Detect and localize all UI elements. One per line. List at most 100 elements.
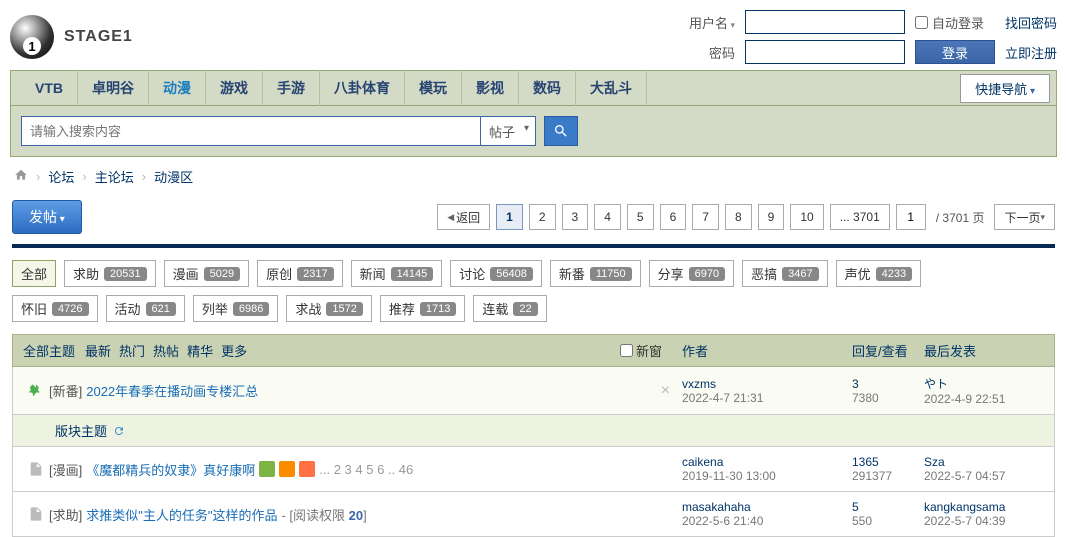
tag-filter[interactable]: 漫画5029 [164,260,250,287]
register-link[interactable]: 立即注册 [1005,43,1057,62]
nav-item[interactable]: 模玩 [405,70,462,106]
page-number[interactable]: 1 [496,204,523,230]
col-last[interactable]: 最后发表 [924,341,1044,360]
page-number[interactable]: 9 [758,204,785,230]
nav-item[interactable]: 卓明谷 [78,70,149,106]
thread-category: [求助] [49,505,82,524]
thread-category: [漫画] [49,460,82,479]
nav-item[interactable]: 八卦体育 [320,70,405,106]
new-post-button[interactable]: 发帖 [12,200,82,234]
tag-filter[interactable]: 恶搞3467 [742,260,828,287]
nav-item[interactable]: 影视 [462,70,519,106]
logo-icon [10,15,54,59]
breadcrumb-link[interactable]: 主论坛 [95,167,134,186]
tag-filter[interactable]: 推荐1713 [380,295,466,322]
tag-filter[interactable]: 全部 [12,260,56,287]
author-link[interactable]: vxzms [682,377,716,391]
breadcrumb: › 论坛 › 主论坛 › 动漫区 [0,157,1067,196]
page-number[interactable]: 7 [692,204,719,230]
page-number[interactable]: 4 [594,204,621,230]
logo-area[interactable]: STAGE1 [10,15,689,59]
author-link[interactable]: masakahaha [682,500,751,514]
tag-filter[interactable]: 分享6970 [649,260,735,287]
tag-filter[interactable]: 求战1572 [286,295,372,322]
thread-title-link[interactable]: 2022年春季在播动画专楼汇总 [86,381,258,400]
find-password-link[interactable]: 找回密码 [1005,13,1057,32]
sort-option[interactable]: 热帖 [153,341,179,360]
page-number[interactable]: 8 [725,204,752,230]
breadcrumb-link[interactable]: 动漫区 [154,167,193,186]
page-number[interactable]: 5 [627,204,654,230]
tag-filter[interactable]: 新番11750 [550,260,641,287]
tag-filter[interactable]: 声优4233 [836,260,922,287]
breadcrumb-link[interactable]: 论坛 [48,167,74,186]
reply-count: 3 [852,377,859,391]
thread-row: [漫画] 《魔都精兵的奴隶》真好康啊 ... 2 3 4 5 6 .. 46 ca… [12,447,1055,492]
badge-icon [279,461,295,477]
nav-item[interactable]: VTB [21,70,78,106]
sort-option[interactable]: 更多 [221,341,247,360]
search-input[interactable] [21,116,481,146]
login-button[interactable]: 登录 [915,40,995,64]
action-row: 发帖 返回 12345678910... 3701 / 3701 页 下一页 [0,196,1067,244]
nav-item[interactable]: 游戏 [206,70,263,106]
thread-list-header: 全部主题 最新热门热帖精华更多 新窗 作者 回复/查看 最后发表 [12,334,1055,367]
tag-filter[interactable]: 怀旧4726 [12,295,98,322]
nav-item[interactable]: 数码 [519,70,576,106]
col-author[interactable]: 作者 [682,341,852,360]
tag-filter[interactable]: 连载22 [473,295,546,322]
page-number[interactable]: 6 [660,204,687,230]
nav-item[interactable]: 手游 [263,70,320,106]
last-user-link[interactable]: やト [924,377,948,391]
page-back-button[interactable]: 返回 [437,204,490,230]
thread-title-link[interactable]: 求推类似"主人的任务"这样的作品 [86,505,277,524]
search-type-select[interactable]: 帖子 [481,116,536,146]
sort-option[interactable]: 最新 [85,341,111,360]
username-label[interactable]: 用户名 [689,13,735,32]
page-number[interactable]: ... 3701 [830,204,890,230]
tag-filter[interactable]: 活动621 [106,295,185,322]
newwindow-checkbox[interactable]: 新窗 [620,341,662,360]
col-reply[interactable]: 回复/查看 [852,341,924,360]
document-icon [28,506,44,522]
document-icon [28,461,44,477]
quick-nav-button[interactable]: 快捷导航 [960,74,1050,103]
section-header: 版块主题 [12,415,1055,447]
reply-count: 5 [852,500,859,514]
last-user-link[interactable]: kangkangsama [924,500,1005,514]
password-input[interactable] [745,40,905,64]
page-next-button[interactable]: 下一页 [994,204,1055,230]
thread-row: [新番] 2022年春季在播动画专楼汇总×vxzms2022-4-7 21:31… [12,367,1055,415]
thread-title-link[interactable]: 《魔都精兵的奴隶》真好康啊 [86,460,255,479]
page-number[interactable]: 10 [790,204,823,230]
tag-row: 全部求助20531 漫画5029 原创2317 新闻14145 讨论56408 新番117… [0,256,1067,291]
read-permission: - [阅读权限 20] [281,505,366,524]
tag-filter[interactable]: 列举6986 [193,295,279,322]
nav-item[interactable]: 动漫 [149,70,206,106]
filter-all[interactable]: 全部主题 [23,341,75,360]
view-count: 7380 [852,391,879,405]
thread-pages[interactable]: ... 2 3 4 5 6 .. 46 [319,462,413,477]
last-user-link[interactable]: Sza [924,455,945,469]
close-icon[interactable]: × [661,382,670,400]
sort-option[interactable]: 热门 [119,341,145,360]
search-button[interactable] [544,116,578,146]
logo-text: STAGE1 [64,28,133,46]
username-input[interactable] [745,10,905,34]
search-icon [553,123,569,139]
author-link[interactable]: caikena [682,455,723,469]
tag-filter[interactable]: 讨论56408 [450,260,542,287]
tag-filter[interactable]: 求助20531 [64,260,156,287]
thread-category: [新番] [49,381,82,400]
tag-filter[interactable]: 新闻14145 [351,260,443,287]
refresh-icon[interactable] [113,425,125,437]
tag-filter[interactable]: 原创2317 [257,260,343,287]
page-input[interactable] [896,204,926,230]
page-number[interactable]: 2 [529,204,556,230]
autologin-checkbox[interactable]: 自动登录 [915,13,995,32]
page-number[interactable]: 3 [562,204,589,230]
home-icon[interactable] [14,168,28,185]
sort-option[interactable]: 精华 [187,341,213,360]
nav-item[interactable]: 大乱斗 [576,70,647,106]
pin-icon [28,383,44,399]
